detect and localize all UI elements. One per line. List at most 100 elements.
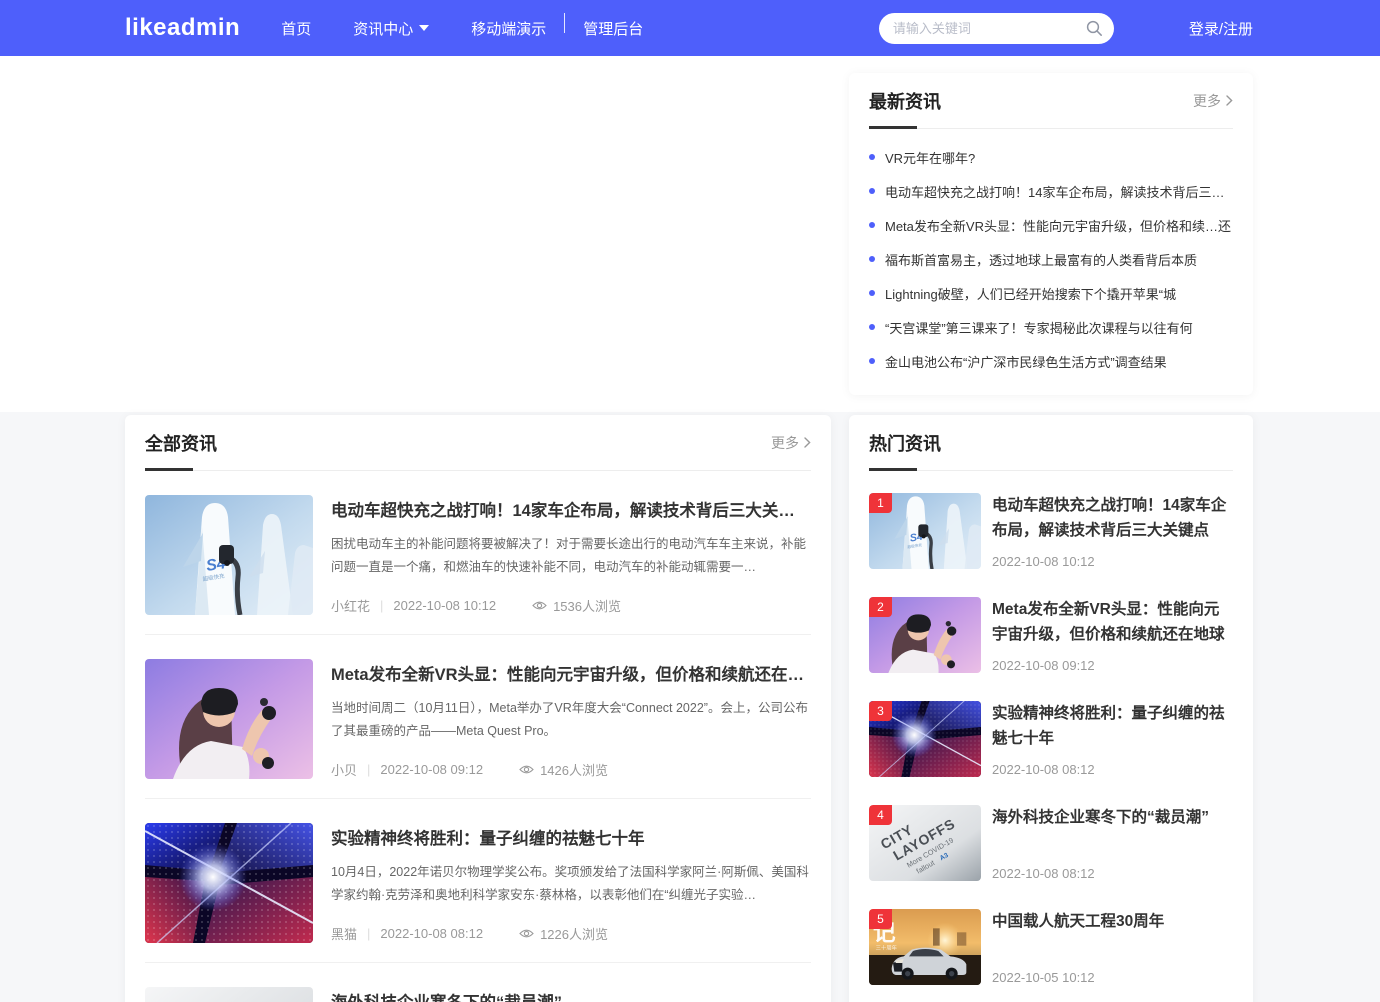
latest-item-title: 电动车超快充之战打响！14家车企布局，解读技术背后三… — [885, 182, 1224, 201]
article-row[interactable]: CITY LAYOFFS More COVID-19 fallout A3 海外… — [145, 963, 811, 1002]
hot-item-title[interactable]: 海外科技企业寒冬下的“裁员潮” — [992, 805, 1233, 830]
vr-headset-thumbnail[interactable]: 2 — [869, 597, 981, 673]
latest-item-title: Meta发布全新VR头显：性能向元宇宙升级，但价格和续…还 — [885, 216, 1231, 235]
article-date: 2022-10-08 09:12 — [380, 762, 483, 777]
article-date: 2022-10-08 08:12 — [380, 926, 483, 941]
quantum-thumbnail[interactable] — [145, 823, 313, 943]
hot-news-title: 热门资讯 — [869, 430, 941, 456]
layoffs-thumbnail[interactable]: 4 CITY LAYOFFS More COVID-19 fallout A3 — [869, 805, 981, 881]
article-date: 2022-10-08 10:12 — [393, 598, 496, 613]
article-row[interactable]: Meta发布全新VR头显：性能向元宇宙升级，但价格和续航还在地球当地时间周二（1… — [145, 635, 811, 799]
article-meta: 小红花|2022-10-08 10:12 1536人浏览 — [331, 596, 811, 615]
bullet-dot-icon — [869, 256, 875, 262]
article-list: S4 超级快充 电动车超快充之战打响！14家车企布局，解读技术背后三大关键点困扰… — [145, 471, 811, 1002]
hot-item-body: 电动车超快充之战打响！14家车企布局，解读技术背后三大关键点 2022-10-08… — [992, 493, 1233, 569]
rank-badge: 4 — [869, 805, 892, 825]
hot-item-title[interactable]: 中国载人航天工程30周年 — [992, 909, 1233, 934]
article-title[interactable]: Meta发布全新VR头显：性能向元宇宙升级，但价格和续航还在地球 — [331, 661, 811, 685]
article-row[interactable]: 实验精神终将胜利：量子纠缠的祛魅七十年 10月4日，2022年诺贝尔物理学奖公布。… — [145, 799, 811, 963]
hot-news-header: 热门资讯 — [869, 415, 1233, 471]
views-count: 1226人浏览 — [540, 924, 608, 943]
search-box — [879, 13, 1114, 44]
article-title[interactable]: 电动车超快充之战打响！14家车企布局，解读技术背后三大关键点 — [331, 497, 811, 521]
site-logo[interactable]: likeadmin — [125, 14, 240, 42]
article-views: 1226人浏览 — [519, 924, 608, 943]
search-icon[interactable] — [1086, 20, 1103, 42]
chevron-down-icon — [419, 25, 429, 31]
car-sunset-thumbnail[interactable]: 5 记 三十周年 — [869, 909, 981, 985]
nav-item-home[interactable]: 首页 — [281, 18, 311, 39]
hot-item[interactable]: 5 记 三十周年中国载人航天工程30周年 2022-10-05 10:12 — [869, 909, 1233, 985]
article-summary: 当地时间周二（10月11日），Meta举办了VR年度大会“Connect 202… — [331, 697, 811, 743]
article-summary: 10月4日，2022年诺贝尔物理学奖公布。奖项颁发给了法国科学家阿兰·阿斯佩、美… — [331, 861, 811, 907]
nav-menu: 首页 资讯中心 移动端演示 管理后台 — [281, 18, 685, 39]
article-body: 电动车超快充之战打响！14家车企布局，解读技术背后三大关键点困扰电动车主的补能问… — [331, 495, 811, 615]
latest-item-title: VR元年在哪年? — [885, 148, 975, 167]
article-title[interactable]: 海外科技企业寒冬下的“裁员潮” — [331, 989, 811, 1002]
latest-item[interactable]: 金山电池公布“沪广深市民绿色生活方式”调查结果 — [869, 344, 1233, 378]
all-news-card: 全部资讯 更多 S4 超级快充 电动车超快充之战打响！14家车企布局，解读技术背… — [125, 415, 831, 1002]
hot-item-date: 2022-10-08 09:12 — [992, 658, 1233, 673]
article-body: Meta发布全新VR头显：性能向元宇宙升级，但价格和续航还在地球当地时间周二（1… — [331, 659, 811, 779]
all-news-header: 全部资讯 更多 — [145, 415, 811, 471]
latest-news-more-link[interactable]: 更多 — [1193, 91, 1233, 111]
article-author: 小红花 — [331, 596, 370, 615]
latest-news-title: 最新资讯 — [869, 88, 941, 114]
nav-item-news-center[interactable]: 资讯中心 — [353, 18, 429, 39]
latest-item-title: 金山电池公布“沪广深市民绿色生活方式”调查结果 — [885, 352, 1167, 371]
latest-item[interactable]: VR元年在哪年? — [869, 140, 1233, 174]
all-news-title: 全部资讯 — [145, 430, 217, 456]
chevron-right-icon — [804, 437, 811, 448]
vr-headset-thumbnail[interactable] — [145, 659, 313, 779]
article-title[interactable]: 实验精神终将胜利：量子纠缠的祛魅七十年 — [331, 825, 811, 849]
login-register-link[interactable]: 登录/注册 — [1189, 18, 1253, 39]
layoffs-thumbnail[interactable]: CITY LAYOFFS More COVID-19 fallout A3 — [145, 987, 313, 1002]
latest-item-title: 福布斯首富易主，透过地球上最富有的人类看背后本质 — [885, 250, 1197, 269]
hot-item-title[interactable]: 电动车超快充之战打响！14家车企布局，解读技术背后三大关键点 — [992, 493, 1233, 543]
latest-item[interactable]: Lightning破壁，人们已经开始搜索下个撬开苹果“城 — [869, 276, 1233, 310]
quantum-thumbnail[interactable]: 3 — [869, 701, 981, 777]
bullet-dot-icon — [869, 154, 875, 160]
charging-station-thumbnail[interactable]: S4 超级快充 — [145, 495, 313, 615]
search-input[interactable] — [879, 13, 1114, 44]
hot-item-body: Meta发布全新VR头显：性能向元宇宙升级，但价格和续航还在地球 2022-10-… — [992, 597, 1233, 673]
hot-item[interactable]: 2 Meta发布全新VR头显：性能向元宇宙升级，但价格和续航还在地球 2022-1… — [869, 597, 1233, 673]
nav-item-label: 首页 — [281, 18, 311, 39]
rank-badge: 2 — [869, 597, 892, 617]
hot-item-title[interactable]: Meta发布全新VR头显：性能向元宇宙升级，但价格和续航还在地球 — [992, 597, 1233, 647]
nav-item-mobile-demo[interactable]: 移动端演示 — [471, 18, 546, 39]
hot-item-body: 海外科技企业寒冬下的“裁员潮” 2022-10-08 08:12 — [992, 805, 1233, 881]
hot-item-body: 实验精神终将胜利：量子纠缠的祛魅七十年2022-10-08 08:12 — [992, 701, 1233, 777]
article-row[interactable]: S4 超级快充 电动车超快充之战打响！14家车企布局，解读技术背后三大关键点困扰… — [145, 471, 811, 635]
nav-item-admin[interactable]: 管理后台 — [583, 18, 643, 39]
rank-badge: 5 — [869, 909, 892, 929]
latest-item[interactable]: 电动车超快充之战打响！14家车企布局，解读技术背后三… — [869, 174, 1233, 208]
latest-item[interactable]: 福布斯首富易主，透过地球上最富有的人类看背后本质 — [869, 242, 1233, 276]
all-news-more-link[interactable]: 更多 — [771, 433, 811, 453]
hot-item[interactable]: 1 S4 超级快充 电动车超快充之战打响！14家车企布局，解读技术背后三大关键点… — [869, 493, 1233, 569]
views-count: 1426人浏览 — [540, 760, 608, 779]
bullet-dot-icon — [869, 188, 875, 194]
hot-news-card: 热门资讯 1 S4 超级快充 电动车超快充之战打响！14家车企布局，解读技术背后… — [849, 415, 1253, 1002]
rank-badge: 3 — [869, 701, 892, 721]
meta-separator: | — [380, 598, 383, 613]
charging-station-thumbnail[interactable]: 1 S4 超级快充 — [869, 493, 981, 569]
latest-item[interactable]: Meta发布全新VR头显：性能向元宇宙升级，但价格和续…还 — [869, 208, 1233, 242]
latest-item-title: Lightning破壁，人们已经开始搜索下个撬开苹果“城 — [885, 284, 1176, 303]
hot-item-title[interactable]: 实验精神终将胜利：量子纠缠的祛魅七十年 — [992, 701, 1233, 751]
rank-badge: 1 — [869, 493, 892, 513]
hot-item-date: 2022-10-05 10:12 — [992, 970, 1233, 985]
nav-item-label: 移动端演示 — [471, 18, 546, 39]
bullet-dot-icon — [869, 290, 875, 296]
hot-item[interactable]: 4 CITY LAYOFFS More COVID-19 fallout A3 … — [869, 805, 1233, 881]
nav-item-label: 资讯中心 — [353, 18, 413, 39]
nav-divider — [564, 13, 565, 33]
article-summary: 困扰电动车主的补能问题将要被解决了！对于需要长途出行的电动汽车车主来说，补能问题… — [331, 533, 811, 579]
hot-item-date: 2022-10-08 08:12 — [992, 866, 1233, 881]
page: likeadmin 首页 资讯中心 移动端演示 管理后台 登录/注册 最新资讯 更多 — [0, 0, 1380, 1002]
eye-icon — [519, 928, 534, 939]
latest-item[interactable]: “天宫课堂”第三课来了！专家揭秘此次课程与以往有何 — [869, 310, 1233, 344]
article-author: 小贝 — [331, 760, 357, 779]
hot-item[interactable]: 3 实验精神终将胜利：量子纠缠的祛魅七十年2022-10-08 08:12 — [869, 701, 1233, 777]
hot-item-date: 2022-10-08 10:12 — [992, 554, 1233, 569]
